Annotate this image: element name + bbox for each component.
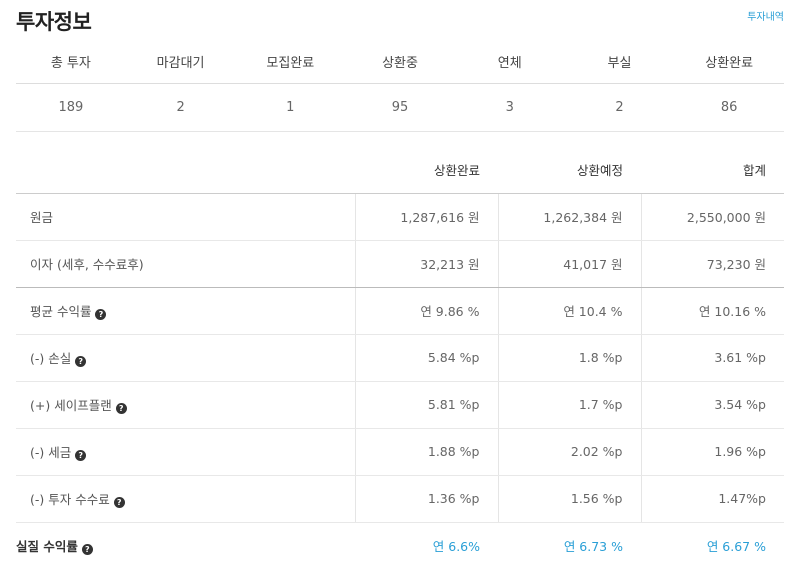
row-label-text: (-) 손실 [30, 351, 72, 366]
status-header-row: 총 투자 마감대기 모집완료 상환중 연체 부실 상환완료 [16, 40, 784, 84]
row-label-avg-return: 평균 수익률? [16, 287, 355, 335]
total-row: 실질 수익률? 연 6.6% 연 6.73 % 연 6.67 % [16, 521, 784, 568]
investment-history-link[interactable]: 투자내역 [747, 8, 784, 23]
row-label-text: (-) 투자 수수료 [30, 492, 110, 507]
row-label-text: 평균 수익률 [30, 304, 92, 319]
table-cell: 3.54 %p [640, 381, 784, 429]
table-cell: 1.96 %p [640, 428, 784, 476]
table-cell: 연 10.16 % [640, 287, 784, 335]
status-value-closing: 2 [176, 100, 185, 115]
row-label-tax: (-) 세금? [16, 428, 355, 476]
amounts-header-sum: 합계 [641, 147, 784, 194]
table-cell: 3.61 %p [640, 334, 784, 382]
status-header-overdue: 연체 [497, 56, 522, 71]
status-header-total: 총 투자 [50, 56, 91, 71]
amounts-table: 상환완료 상환예정 합계 원금 1,287,616 원 1,262,384 원 … [16, 147, 784, 568]
investment-status-table: 총 투자 마감대기 모집완료 상환중 연체 부실 상환완료 189 2 1 95… [16, 40, 784, 132]
status-value-repaid: 86 [720, 100, 738, 115]
status-value-repaying: 95 [391, 100, 409, 115]
table-row: (-) 손실? 5.84 %p 1.8 %p 3.61 %p [16, 334, 784, 382]
amounts-header-scheduled: 상환예정 [498, 147, 641, 194]
page-title: 투자정보 [16, 10, 92, 34]
status-value-overdue: 3 [505, 100, 514, 115]
help-icon[interactable]: ? [75, 356, 87, 367]
table-cell: 32,213 원 [354, 240, 498, 288]
table-cell: 1.47%p [640, 475, 784, 523]
table-cell: 73,230 원 [640, 240, 784, 288]
table-cell: 1.56 %p [497, 475, 641, 523]
amounts-header-row: 상환완료 상환예정 합계 [16, 147, 784, 194]
row-label-principal: 원금 [16, 193, 355, 241]
table-row: (-) 투자 수수료? 1.36 %p 1.56 %p 1.47%p [16, 475, 784, 523]
net-return-repaid: 연 6.6% [355, 521, 498, 568]
row-label-safe-plan: (+) 세이프플랜? [16, 381, 355, 429]
table-cell: 1,287,616 원 [354, 193, 498, 241]
table-row: (+) 세이프플랜? 5.81 %p 1.7 %p 3.54 %p [16, 381, 784, 429]
table-cell: 연 9.86 % [354, 287, 498, 335]
table-cell: 1.36 %p [354, 475, 498, 523]
table-cell: 1.88 %p [354, 428, 498, 476]
table-row: 원금 1,287,616 원 1,262,384 원 2,550,000 원 [16, 193, 784, 241]
help-icon[interactable]: ? [115, 403, 127, 414]
amounts-header-empty [16, 147, 355, 194]
amounts-header-repaid: 상환완료 [355, 147, 498, 194]
table-cell: 5.84 %p [354, 334, 498, 382]
net-return-scheduled: 연 6.73 % [498, 521, 641, 568]
help-icon[interactable]: ? [81, 543, 93, 555]
row-label-text: 실질 수익률 [16, 538, 78, 554]
status-value-total: 189 [58, 100, 84, 115]
row-label-fee: (-) 투자 수수료? [16, 475, 355, 523]
status-header-repaying: 상환중 [382, 56, 418, 71]
status-value-recruited: 1 [286, 100, 295, 115]
table-cell: 1,262,384 원 [497, 193, 641, 241]
status-value-default: 2 [615, 100, 624, 115]
help-icon[interactable]: ? [113, 497, 125, 508]
status-header-recruited: 모집완료 [266, 56, 315, 71]
table-row: 평균 수익률? 연 9.86 % 연 10.4 % 연 10.16 % [16, 287, 784, 335]
row-label-text: (+) 세이프플랜 [30, 398, 112, 413]
net-return-sum: 연 6.67 % [641, 521, 784, 568]
status-value-row: 189 2 1 95 3 2 86 [16, 84, 784, 132]
table-cell: 5.81 %p [354, 381, 498, 429]
status-header-repaid: 상환완료 [705, 56, 754, 71]
table-cell: 2.02 %p [497, 428, 641, 476]
table-cell: 2,550,000 원 [640, 193, 784, 241]
table-row: (-) 세금? 1.88 %p 2.02 %p 1.96 %p [16, 428, 784, 476]
row-label-interest: 이자 (세후, 수수료후) [16, 240, 355, 288]
help-icon[interactable]: ? [95, 309, 107, 320]
table-cell: 1.7 %p [497, 381, 641, 429]
table-cell: 연 10.4 % [497, 287, 641, 335]
row-label-loss: (-) 손실? [16, 334, 355, 382]
status-header-closing: 마감대기 [156, 56, 205, 71]
help-icon[interactable]: ? [75, 450, 87, 461]
row-label-net-return: 실질 수익률? [16, 521, 355, 568]
status-header-default: 부실 [607, 56, 632, 71]
row-label-text: (-) 세금 [30, 445, 72, 460]
table-cell: 41,017 원 [497, 240, 641, 288]
table-cell: 1.8 %p [497, 334, 641, 382]
table-row: 이자 (세후, 수수료후) 32,213 원 41,017 원 73,230 원 [16, 240, 784, 288]
